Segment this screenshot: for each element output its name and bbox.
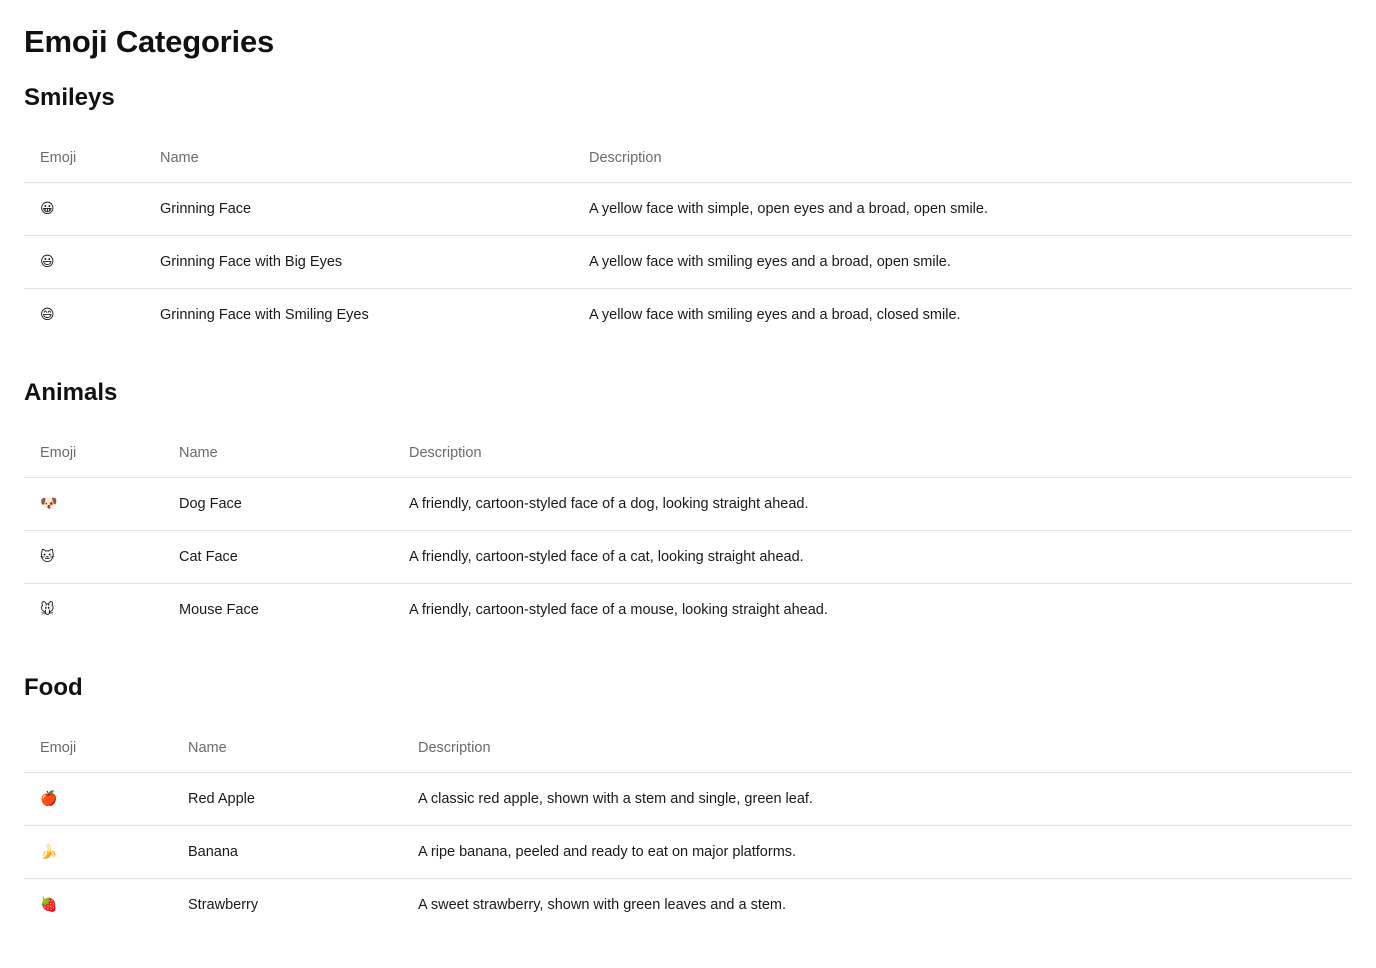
table-row: 🐶 Dog Face A friendly, cartoon-styled fa… [24, 477, 1352, 531]
description-cell: A ripe banana, peeled and ready to eat o… [402, 825, 1352, 879]
description-cell: A yellow face with smiling eyes and a br… [589, 307, 961, 323]
table-row: 🍎 Red Apple A classic red apple, shown w… [24, 772, 1352, 826]
emoji-table: Emoji Name Description 🍎 Red Apple A cla… [24, 724, 1352, 931]
description-cell: A sweet strawberry, shown with green lea… [418, 897, 787, 913]
section-food: Food Emoji Name Description 🍎 Red Apple … [24, 672, 1352, 931]
emoji-cell: 😃 [24, 235, 144, 289]
column-header-emoji: Emoji [24, 724, 172, 773]
emoji-table: Emoji Name Description 😀 Grinning Face A… [24, 134, 1352, 341]
description-cell: A friendly, cartoon-styled face of a cat… [393, 530, 1352, 584]
column-header-description: Description [573, 134, 1352, 183]
table-header-row: Emoji Name Description [24, 429, 1352, 478]
name-cell: Strawberry [188, 897, 259, 913]
section-title: Animals [24, 379, 118, 406]
column-header-description: Description [402, 724, 1352, 773]
emoji-cell: 🐭 [40, 602, 55, 618]
table-header-row: Emoji Name Description [24, 134, 1352, 183]
table-row: 🐭 Mouse Face A friendly, cartoon-styled … [24, 584, 1352, 637]
page-title: Emoji Categories [24, 24, 275, 59]
section-animals: Animals Emoji Name Description 🐶 Dog Fac… [24, 377, 1352, 636]
description-cell: A yellow face with simple, open eyes and… [573, 182, 1352, 236]
emoji-cell: 😄 [40, 307, 55, 323]
column-header-name: Name [172, 724, 402, 773]
emoji-cell: 🍓 [40, 897, 58, 913]
name-cell: Red Apple [172, 772, 402, 826]
column-header-description: Description [393, 429, 1352, 478]
table-header-row: Emoji Name Description [24, 724, 1352, 773]
section-title: Food [24, 674, 83, 701]
name-cell: Dog Face [163, 477, 393, 531]
emoji-cell: 🐱 [24, 530, 163, 584]
name-cell: Cat Face [163, 530, 393, 584]
description-cell: A friendly, cartoon-styled face of a dog… [393, 477, 1352, 531]
description-cell: A classic red apple, shown with a stem a… [402, 772, 1352, 826]
name-cell: Grinning Face with Smiling Eyes [160, 307, 369, 323]
emoji-table: Emoji Name Description 🐶 Dog Face A frie… [24, 429, 1352, 636]
emoji-cell: 🐶 [24, 477, 163, 531]
emoji-cell: 🍎 [24, 772, 172, 826]
table-row: 🐱 Cat Face A friendly, cartoon-styled fa… [24, 530, 1352, 584]
emoji-cell: 😀 [24, 182, 144, 236]
name-cell: Mouse Face [179, 602, 259, 618]
description-cell: A friendly, cartoon-styled face of a mou… [409, 602, 828, 618]
column-header-emoji: Emoji [24, 134, 144, 183]
table-row: 😀 Grinning Face A yellow face with simpl… [24, 182, 1352, 236]
page: Emoji Categories Smileys Emoji Name Desc… [0, 0, 1376, 931]
name-cell: Banana [172, 825, 402, 879]
table-row: 😄 Grinning Face with Smiling Eyes A yell… [24, 289, 1352, 342]
column-header-emoji: Emoji [24, 429, 163, 478]
name-cell: Grinning Face with Big Eyes [144, 235, 573, 289]
table-row: 🍌 Banana A ripe banana, peeled and ready… [24, 825, 1352, 879]
section-title: Smileys [24, 84, 115, 111]
column-header-name: Name [163, 429, 393, 478]
table-row: 😃 Grinning Face with Big Eyes A yellow f… [24, 235, 1352, 289]
section-smileys: Smileys Emoji Name Description 😀 Grinnin… [24, 82, 1352, 341]
description-cell: A yellow face with smiling eyes and a br… [573, 235, 1352, 289]
name-cell: Grinning Face [144, 182, 573, 236]
table-row: 🍓 Strawberry A sweet strawberry, shown w… [24, 879, 1352, 932]
column-header-name: Name [144, 134, 573, 183]
emoji-cell: 🍌 [24, 825, 172, 879]
